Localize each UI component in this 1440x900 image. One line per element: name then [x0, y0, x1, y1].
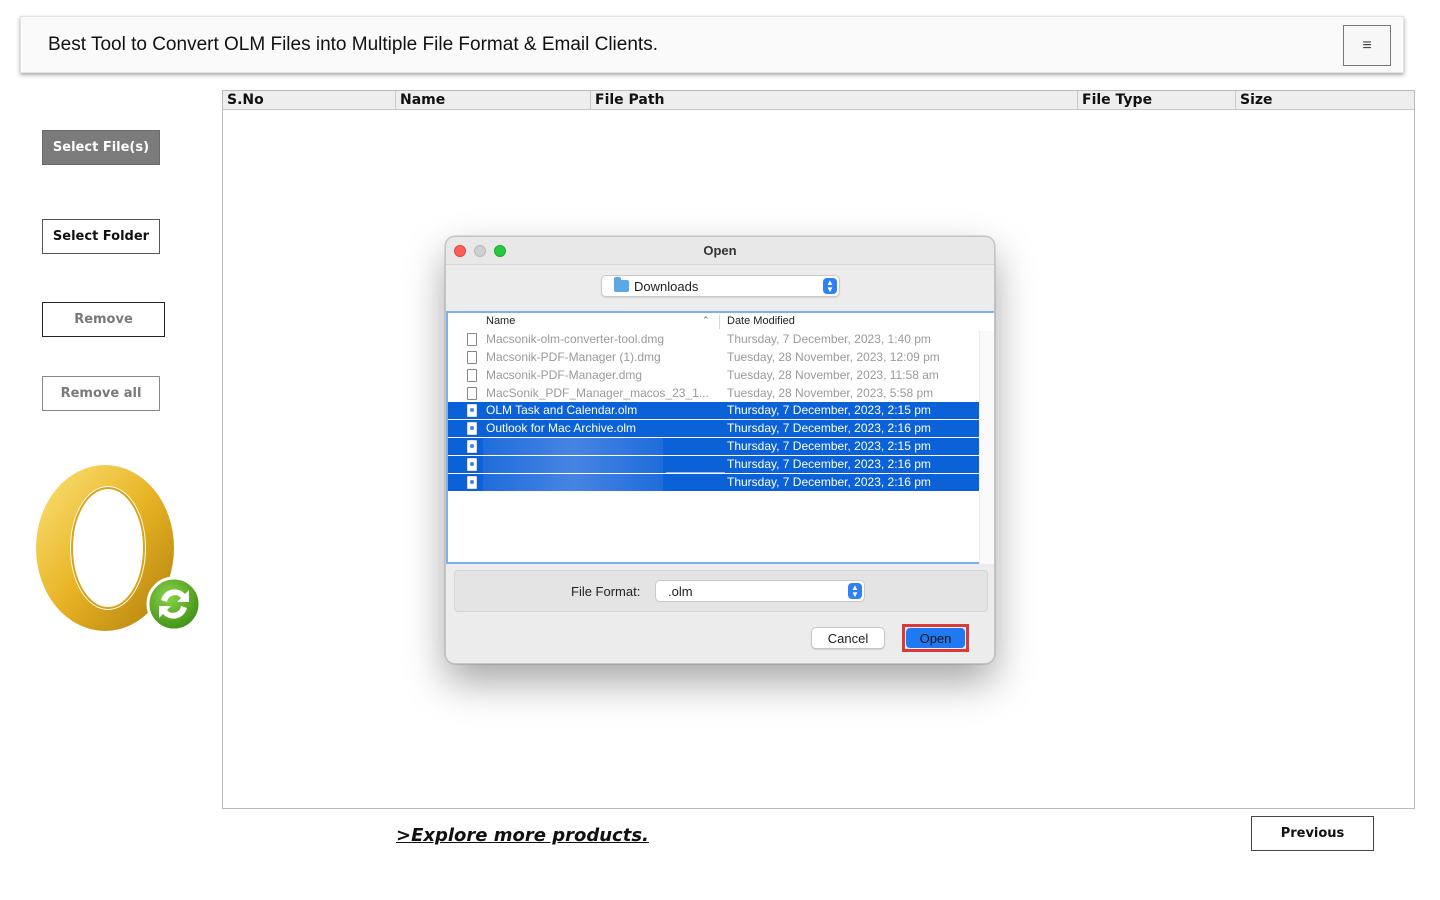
- dropdown-stepper-icon: ▲ ▼: [823, 278, 837, 294]
- file-name: Outlook for Mac Archive.olm: [486, 421, 637, 435]
- file-row[interactable]: Macsonik-PDF-Manager.dmg Tuesday, 28 Nov…: [448, 367, 979, 384]
- select-files-button[interactable]: Select File(s): [42, 130, 160, 165]
- file-row-selected[interactable]: Thursday, 7 December, 2023, 2:16 pm: [448, 474, 979, 491]
- column-header-sno[interactable]: S.No: [223, 91, 396, 110]
- file-row-selected[interactable]: Thursday, 7 December, 2023, 2:15 pm: [448, 438, 979, 455]
- column-header-file-type[interactable]: File Type: [1078, 91, 1236, 110]
- column-divider: [719, 315, 720, 329]
- file-name: Macsonik-olm-converter-tool.dmg: [486, 332, 665, 346]
- blurred-file-name: [483, 438, 663, 455]
- blurred-file-name: [483, 456, 663, 473]
- file-list: Name ⌃ Date Modified Macsonik-olm-conver…: [446, 311, 994, 564]
- dmg-file-icon: [467, 369, 477, 382]
- dropdown-stepper-icon: ▲ ▼: [848, 583, 862, 599]
- file-list-scrollbar[interactable]: [979, 331, 994, 564]
- file-row-selected[interactable]: Thursday, 7 December, 2023, 2:16 pm: [448, 456, 979, 473]
- file-date: Tuesday, 28 November, 2023, 12:09 pm: [727, 350, 940, 364]
- location-dropdown[interactable]: Downloads ▲ ▼: [601, 275, 840, 297]
- hamburger-menu-button[interactable]: ≡: [1343, 25, 1391, 66]
- file-date: Thursday, 7 December, 2023, 2:16 pm: [727, 475, 931, 489]
- row-divider: [666, 472, 725, 473]
- dialog-title: Open: [703, 243, 737, 258]
- file-format-panel: File Format: .olm ▲ ▼: [454, 570, 988, 612]
- file-date: Tuesday, 28 November, 2023, 5:58 pm: [727, 386, 934, 400]
- open-button[interactable]: Open: [906, 628, 965, 648]
- hamburger-icon: ≡: [1362, 36, 1372, 54]
- file-row[interactable]: MacSonik_PDF_Manager_macos_23_1... Tuesd…: [448, 385, 979, 402]
- location-label: Downloads: [634, 279, 699, 294]
- column-header-file-path[interactable]: File Path: [591, 91, 1078, 110]
- file-row[interactable]: Macsonik-olm-converter-tool.dmg Thursday…: [448, 331, 979, 348]
- name-column-header[interactable]: Name: [486, 315, 515, 331]
- file-name: OLM Task and Calendar.olm: [486, 403, 638, 417]
- file-format-value: .olm: [668, 584, 693, 599]
- file-row-selected[interactable]: OLM Task and Calendar.olm Thursday, 7 De…: [448, 402, 979, 419]
- olm-file-icon: [467, 458, 477, 471]
- file-date: Thursday, 7 December, 2023, 2:16 pm: [727, 421, 931, 435]
- file-name: Macsonik-PDF-Manager (1).dmg: [486, 350, 661, 364]
- olm-file-icon: [467, 440, 477, 453]
- olm-file-icon: [467, 422, 477, 435]
- olm-file-icon: [467, 476, 477, 489]
- remove-button[interactable]: Remove: [42, 302, 165, 337]
- file-date: Thursday, 7 December, 2023, 2:15 pm: [727, 403, 931, 417]
- file-row-selected[interactable]: Outlook for Mac Archive.olm Thursday, 7 …: [448, 420, 979, 437]
- column-header-size[interactable]: Size: [1236, 91, 1414, 110]
- date-modified-column-header[interactable]: Date Modified: [727, 315, 795, 331]
- file-format-dropdown[interactable]: .olm ▲ ▼: [655, 580, 865, 602]
- olm-file-icon: [467, 404, 477, 417]
- dmg-file-icon: [467, 333, 477, 346]
- file-date: Tuesday, 28 November, 2023, 11:58 am: [727, 368, 939, 382]
- file-name: Macsonik-PDF-Manager.dmg: [486, 368, 643, 382]
- select-folder-button[interactable]: Select Folder: [42, 219, 160, 254]
- column-header-name[interactable]: Name: [396, 91, 591, 110]
- dmg-file-icon: [467, 387, 477, 400]
- blurred-file-name: [483, 474, 663, 491]
- explore-more-products-link[interactable]: >Explore more products.: [396, 825, 649, 846]
- file-row[interactable]: Macsonik-PDF-Manager (1).dmg Tuesday, 28…: [448, 349, 979, 366]
- outlook-mac-converter-logo: [36, 465, 202, 632]
- app-title: Best Tool to Convert OLM Files into Mult…: [48, 34, 658, 55]
- previous-button[interactable]: Previous: [1251, 816, 1374, 851]
- table-header: S.No Name File Path File Type Size: [223, 91, 1414, 110]
- file-name: MacSonik_PDF_Manager_macos_23_1...: [486, 386, 709, 400]
- app-header: Best Tool to Convert OLM Files into Mult…: [20, 16, 1404, 73]
- file-format-label: File Format:: [571, 584, 641, 599]
- dialog-titlebar: Open: [446, 237, 994, 265]
- dmg-file-icon: [467, 351, 477, 364]
- open-file-dialog: Open Downloads ▲ ▼ Name ⌃ Date Modified M…: [445, 236, 995, 664]
- open-button-highlight: Open: [902, 624, 969, 652]
- file-date: Thursday, 7 December, 2023, 1:40 pm: [727, 332, 931, 346]
- remove-all-button[interactable]: Remove all: [42, 376, 160, 411]
- file-date: Thursday, 7 December, 2023, 2:16 pm: [727, 457, 931, 471]
- folder-icon: [614, 277, 629, 292]
- sort-ascending-icon: ⌃: [702, 315, 710, 325]
- cancel-button[interactable]: Cancel: [811, 627, 885, 649]
- file-date: Thursday, 7 December, 2023, 2:15 pm: [727, 439, 931, 453]
